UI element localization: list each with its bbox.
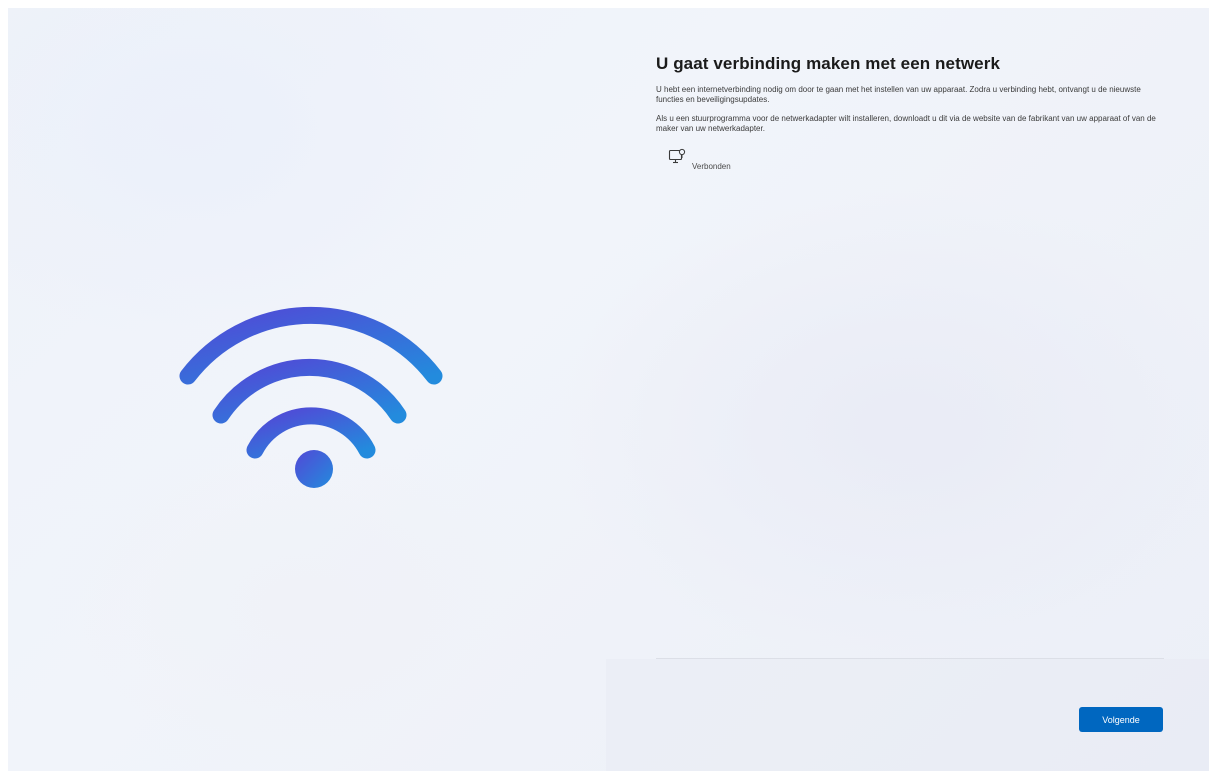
oobe-window: U gaat verbinding maken met een netwerk …: [8, 8, 1209, 771]
wifi-icon: [179, 306, 443, 488]
page-title: U gaat verbinding maken met een netwerk: [656, 54, 1000, 73]
content-panel: U gaat verbinding maken met een netwerk …: [656, 54, 1168, 178]
wired-network-icon: [668, 148, 686, 166]
network-status-item[interactable]: Verbonden: [668, 148, 1168, 178]
driver-paragraph: Als u een stuurprogramma voor de netwerk…: [656, 114, 1156, 133]
network-status-label: Verbonden: [692, 162, 731, 171]
intro-paragraph: U hebt een internetverbinding nodig om d…: [656, 85, 1141, 104]
footer-divider: [656, 658, 1164, 659]
wifi-illustration: [168, 293, 458, 503]
next-button[interactable]: Volgende: [1079, 707, 1163, 732]
